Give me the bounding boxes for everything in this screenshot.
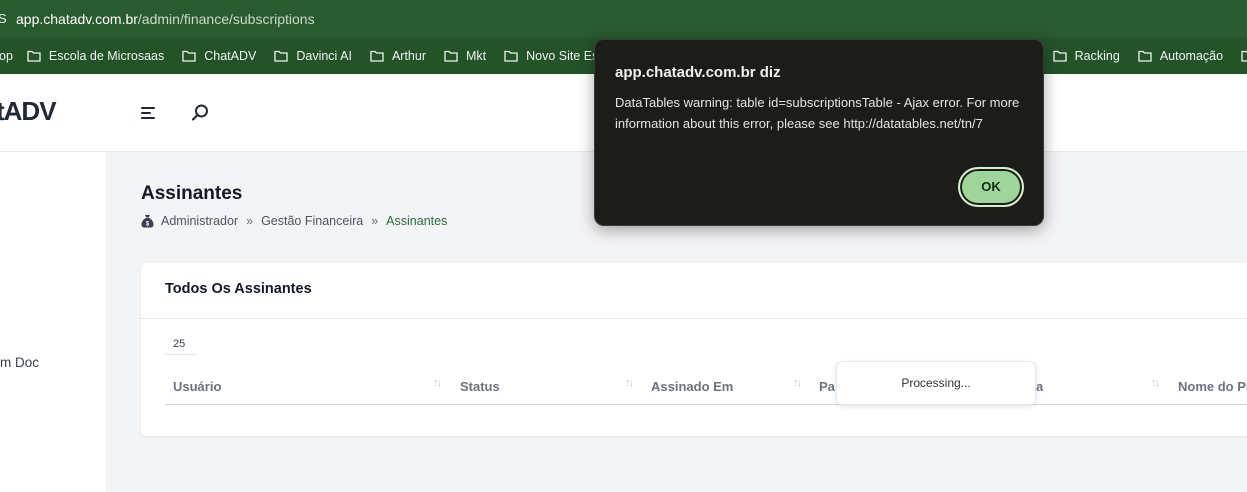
column-header-assinado-em[interactable]: Assinado Em	[651, 379, 733, 394]
money-bag-icon: $	[141, 215, 154, 228]
folder-icon	[1241, 50, 1247, 62]
breadcrumb-item[interactable]: Gestão Financeira	[261, 214, 363, 228]
alert-dialog: app.chatadv.com.br diz DataTables warnin…	[594, 39, 1044, 226]
menu-icon[interactable]	[140, 104, 158, 122]
site-info-icon[interactable]: S	[0, 11, 8, 27]
folder-icon	[370, 50, 384, 62]
folder-icon	[27, 50, 41, 62]
bookmark-folder[interactable]: Escola de Microsaas	[27, 49, 164, 63]
app-logo[interactable]: tADV	[0, 96, 57, 127]
sidebar: m Doc	[0, 152, 106, 492]
ok-button[interactable]: OK	[958, 167, 1024, 207]
address-url[interactable]: app.chatadv.com.br/admin/finance/subscri…	[16, 11, 315, 27]
folder-icon	[182, 50, 196, 62]
address-host: app.chatadv.com.br	[16, 11, 138, 27]
bookmark-folder[interactable]: Davinci AI	[274, 49, 352, 63]
bookmark-folder[interactable]: Racking	[1052, 49, 1120, 63]
address-bar[interactable]: S app.chatadv.com.br/admin/finance/subsc…	[0, 0, 1247, 38]
table-header: Usuário ↑↓ Status ↑↓ Assinado Em ↑↓ Pa a…	[165, 373, 1247, 405]
divider	[141, 318, 1247, 319]
folder-icon	[504, 50, 518, 62]
dialog-message: DataTables warning: table id=subscriptio…	[615, 95, 1020, 131]
folder-icon	[274, 50, 288, 62]
breadcrumb-current: Assinantes	[386, 214, 448, 228]
bookmark-folder[interactable]: Automação	[1138, 49, 1223, 63]
breadcrumb: $ Administrador » Gestão Financeira » As…	[141, 214, 447, 228]
page-title: Assinantes	[141, 183, 243, 204]
sort-icon[interactable]: ↑↓	[433, 377, 442, 389]
breadcrumb-separator: »	[246, 214, 254, 228]
bookmark-folder[interactable]: Novo Site Esc	[504, 49, 605, 63]
breadcrumb-separator: »	[371, 214, 379, 228]
folder-icon	[1052, 50, 1067, 62]
search-icon[interactable]	[190, 103, 210, 123]
column-header-nome-do-plano[interactable]: Nome do Pl	[1178, 379, 1247, 394]
sort-icon[interactable]: ↑↓	[625, 377, 634, 389]
sort-icon[interactable]: ↑↓	[1151, 377, 1160, 389]
column-header-pa[interactable]: Pa	[819, 379, 835, 394]
column-header-usuario[interactable]: Usuário	[173, 379, 221, 394]
folder-icon	[444, 50, 458, 62]
folder-icon	[1138, 50, 1152, 62]
card-title: Todos Os Assinantes	[165, 281, 312, 297]
column-header-status[interactable]: Status	[460, 379, 500, 394]
column-header-a[interactable]: a	[1036, 379, 1043, 394]
bookmark-folder[interactable]: Mkt	[444, 49, 486, 63]
breadcrumb-item[interactable]: Administrador	[161, 214, 238, 228]
subscribers-card: Todos Os Assinantes 25 Usuário ↑↓ Status…	[141, 263, 1247, 436]
sort-icon[interactable]: ↑↓	[793, 377, 802, 389]
page-length-select[interactable]: 25	[165, 333, 197, 355]
processing-indicator: Processing...	[836, 361, 1036, 405]
dialog-title: app.chatadv.com.br diz	[615, 64, 781, 81]
bookmark-folder[interactable]: Arthur	[370, 49, 426, 63]
bookmark-folder[interactable]	[1241, 50, 1247, 62]
bookmark-folder[interactable]: ChatADV	[182, 49, 256, 63]
sidebar-item[interactable]: m Doc	[0, 355, 39, 370]
bookmark-item[interactable]: op	[0, 49, 13, 63]
address-path: /admin/finance/subscriptions	[137, 11, 315, 27]
